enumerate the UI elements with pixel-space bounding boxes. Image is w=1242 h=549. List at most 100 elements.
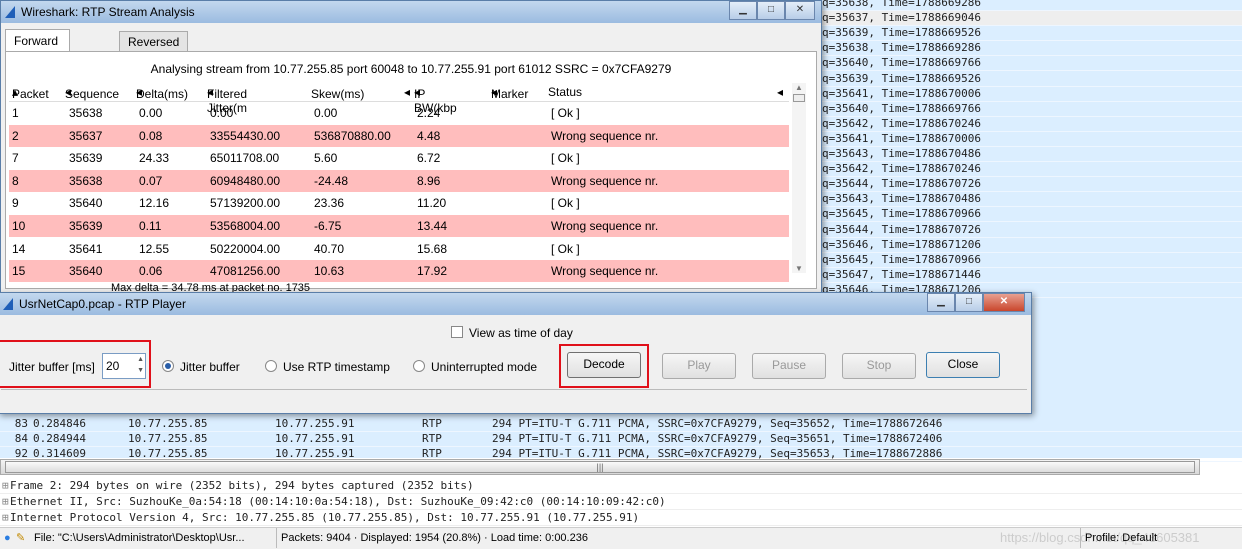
cell-jitter: 60948480.00	[210, 173, 281, 188]
packet-info: q=35644, Time=1788670726	[822, 177, 981, 191]
packet-info: q=35638, Time=1788669286	[822, 41, 981, 55]
cell-delta: 24.33	[139, 151, 170, 166]
cell-packet: 2	[12, 128, 19, 143]
close-icon[interactable]: ✕	[785, 1, 815, 20]
status-profile[interactable]: Profile: Default	[1080, 528, 1157, 548]
radio-rtp-timestamp[interactable]: Use RTP timestamp	[265, 360, 390, 374]
table-row[interactable]: 1 35638 0.00 0.00 0.00 2.24 [ Ok ]	[9, 102, 789, 124]
cell-ip-bw: 6.72	[417, 151, 441, 166]
col-ip-bw[interactable]: IP BW(kbp ◂	[414, 85, 457, 115]
col-packet[interactable]: Packet ▴	[12, 85, 49, 101]
cell-jitter: 47081256.00	[210, 264, 281, 279]
col-jitter[interactable]: Filtered Jitter(m ◂	[207, 85, 247, 115]
detail-ip[interactable]: ⊞Internet Protocol Version 4, Src: 10.77…	[0, 510, 1242, 526]
table-row[interactable]: 14 35641 12.55 50220004.00 40.70 15.68 [ Ok ]	[9, 238, 789, 260]
table-row[interactable]: 10 35639 0.11 53568004.00 -6.75 13.44 Wrong se…	[9, 215, 789, 237]
cell-sequence: 35638	[69, 106, 103, 120]
cell-jitter: 33554430.00	[210, 128, 281, 143]
packet-info: q=35646, Time=1788671206	[822, 237, 981, 251]
cell-status: Wrong sequence nr.	[551, 219, 659, 233]
tab-forward-direction[interactable]: Forward Direction	[5, 29, 71, 70]
packet-proto: RTP	[422, 417, 442, 430]
packet-dst: 10.77.255.91	[275, 432, 355, 445]
packet-info: q=35644, Time=1788670726	[822, 222, 981, 236]
title-bar[interactable]: UsrNetCap0.pcap - RTP Player ▁ □ ✕	[0, 293, 1031, 315]
cell-sequence: 35641	[69, 241, 103, 256]
minimize-icon[interactable]: ▁	[729, 1, 757, 20]
radio-jitter-buffer[interactable]: Jitter buffer	[162, 360, 240, 374]
title-bar[interactable]: Wireshark: RTP Stream Analysis ▁ □ ✕	[1, 1, 821, 23]
checkbox-icon[interactable]	[451, 326, 463, 338]
packet-info: q=35640, Time=1788669766	[822, 56, 981, 70]
wireshark-logo-icon	[5, 6, 15, 18]
packet-info: q=35647, Time=1788671446	[822, 267, 981, 281]
maximize-icon[interactable]: □	[757, 1, 785, 20]
cell-skew: 536870880.00	[314, 128, 391, 143]
packet-info: q=35642, Time=1788670246	[822, 116, 981, 130]
wireshark-logo-icon	[3, 298, 13, 310]
capture-comments-icon[interactable]: ✎	[16, 528, 25, 548]
player-area	[1, 389, 1027, 408]
cell-packet: 8	[12, 173, 19, 188]
packet-no: 84	[14, 432, 28, 445]
cell-sequence: 35638	[69, 173, 103, 188]
jitter-buffer-label: Jitter buffer [ms]	[9, 360, 95, 374]
packet-info: q=35645, Time=1788670966	[822, 207, 981, 221]
maximize-icon[interactable]: □	[955, 293, 983, 312]
scrollbar-thumb[interactable]: |||	[5, 461, 1195, 473]
cell-status: Wrong sequence nr.	[551, 128, 659, 143]
packet-info: q=35643, Time=1788670486	[822, 192, 981, 206]
radio-uninterrupted[interactable]: Uninterrupted mode	[413, 360, 537, 374]
close-icon[interactable]: ✕	[983, 293, 1025, 312]
packet-time: 0.284846	[33, 417, 86, 430]
cell-sequence: 35640	[69, 196, 103, 211]
packet-row[interactable]: 84 0.284944 10.77.255.85 10.77.255.91 RTP 294…	[0, 432, 1242, 447]
horizontal-scrollbar[interactable]: |||	[0, 459, 1200, 475]
cell-delta: 12.16	[139, 196, 170, 211]
cell-packet: 9	[12, 196, 19, 211]
play-button[interactable]: Play	[662, 353, 736, 379]
col-status[interactable]: Status	[548, 85, 582, 99]
detail-ethernet[interactable]: ⊞Ethernet II, Src: SuzhouKe_0a:54:18 (00…	[0, 494, 1242, 510]
vertical-scrollbar[interactable]: ▲ ▼	[792, 83, 806, 273]
packet-proto: RTP	[422, 432, 442, 445]
table-row[interactable]: 9 35640 12.16 57139200.00 23.36 11.20 [ Ok ]	[9, 192, 789, 214]
close-button[interactable]: Close	[926, 352, 1000, 378]
minimize-icon[interactable]: ▁	[927, 293, 955, 312]
cell-skew: 40.70	[314, 241, 345, 256]
detail-frame[interactable]: ⊞Frame 2: 294 bytes on wire (2352 bits),…	[0, 478, 1242, 494]
packet-row[interactable]: 83 0.284846 10.77.255.85 10.77.255.91 RTP 294…	[0, 417, 1242, 432]
cell-skew: 0.00	[314, 106, 338, 120]
col-marker[interactable]: Marker ◂	[491, 85, 528, 101]
table-row[interactable]: 2 35637 0.08 33554430.00 536870880.00 4.48 Wro…	[9, 124, 789, 147]
col-sequence[interactable]: Sequence ◂	[65, 85, 119, 101]
packet-info: q=35643, Time=1788670486	[822, 147, 981, 160]
packet-details[interactable]: ⊞Frame 2: 294 bytes on wire (2352 bits),…	[0, 478, 1242, 526]
cell-sequence: 35637	[69, 128, 103, 143]
decode-button[interactable]: Decode	[567, 352, 641, 378]
pause-button[interactable]: Pause	[752, 353, 826, 379]
cell-jitter: 53568004.00	[210, 219, 281, 233]
packet-info: q=35645, Time=1788670966	[822, 252, 981, 266]
table-row[interactable]: 7 35639 24.33 65011708.00 5.60 6.72 [ Ok ]	[9, 147, 789, 169]
cell-skew: -24.48	[314, 173, 349, 188]
table-row[interactable]: 15 35640 0.06 47081256.00 10.63 17.92 Wrong se…	[9, 260, 789, 283]
status-packets: Packets: 9404 · Displayed: 1954 (20.8%) …	[276, 528, 588, 548]
cell-ip-bw: 15.68	[417, 241, 448, 256]
cell-delta: 0.06	[139, 264, 163, 279]
window-title: UsrNetCap0.pcap - RTP Player	[19, 297, 186, 311]
cell-skew: 5.60	[314, 151, 338, 166]
table-header: Packet ▴ Sequence ◂ Delta(ms) ◂ Filtered…	[9, 83, 789, 115]
cell-status: [ Ok ]	[551, 151, 580, 166]
expert-info-icon[interactable]: ●	[4, 528, 11, 548]
jitter-buffer-spinbox[interactable]: 20 ▲ ▼	[102, 353, 146, 379]
table-row[interactable]: 8 35638 0.07 60948480.00 -24.48 8.96 Wrong seq…	[9, 169, 789, 192]
view-time-of-day-checkbox[interactable]: View as time of day	[451, 326, 573, 340]
stop-button[interactable]: Stop	[842, 353, 916, 379]
spin-arrows-icon[interactable]: ▲ ▼	[137, 354, 144, 376]
col-delta[interactable]: Delta(ms) ◂	[136, 85, 188, 101]
cell-status: [ Ok ]	[551, 241, 580, 256]
tab-reversed-direction[interactable]: Reversed Direction	[119, 31, 189, 69]
cell-status: Wrong sequence nr.	[551, 264, 659, 279]
packet-info: q=35638, Time=1788669286	[822, 0, 981, 9]
